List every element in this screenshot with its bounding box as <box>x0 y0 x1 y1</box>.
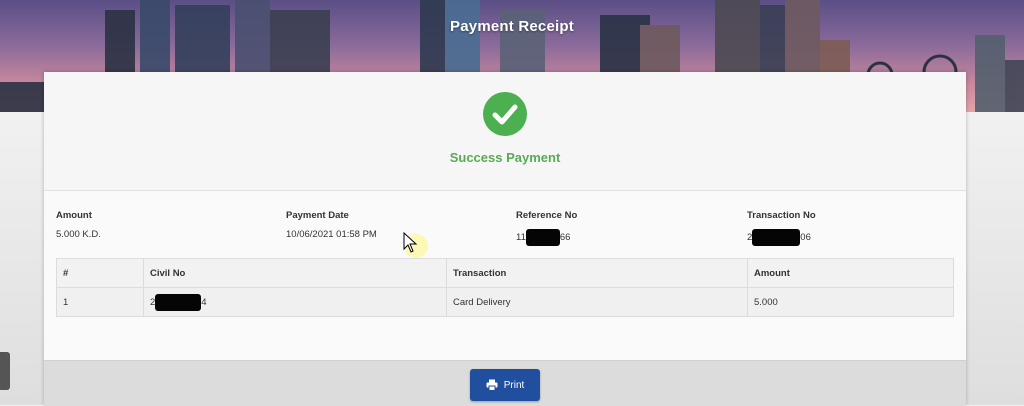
payment-date-value: 10/06/2021 01:58 PM <box>286 229 377 240</box>
reference-no-value: 11 66 <box>516 229 726 246</box>
transaction-no-suffix: 06 <box>800 232 811 244</box>
column-header-civil-no: Civil No <box>143 258 447 288</box>
transaction-table: # Civil No Transaction Amount 1 24 Card … <box>56 258 954 317</box>
payment-date-label: Payment Date <box>286 210 349 221</box>
transaction-no-label: Transaction No <box>747 210 816 221</box>
amount-value: 5.000 K.D. <box>56 229 101 240</box>
mouse-cursor-icon <box>403 232 418 253</box>
summary-amount: Amount 5.000 K.D. <box>56 210 266 240</box>
redaction-bar <box>155 293 202 311</box>
column-header-amount: Amount <box>747 258 954 288</box>
cell-index: 1 <box>56 287 144 317</box>
cell-transaction: Card Delivery <box>446 287 748 317</box>
transaction-no-value: 2 06 <box>747 229 957 246</box>
redaction-bar <box>525 229 560 246</box>
civil-no-suffix: 4 <box>201 296 207 308</box>
print-button[interactable]: Print <box>470 369 540 401</box>
cell-civil-no: 24 <box>143 287 447 317</box>
column-header-index: # <box>56 258 144 288</box>
side-scroll-handle[interactable] <box>0 352 10 390</box>
success-message: Success Payment <box>449 150 561 165</box>
check-circle-icon <box>483 92 527 136</box>
redaction-bar <box>752 229 801 246</box>
page-title: Payment Receipt <box>450 18 574 35</box>
summary-reference-no: Reference No 11 66 <box>516 210 726 246</box>
card-footer: Print <box>44 360 966 406</box>
summary-transaction-no: Transaction No 2 06 <box>747 210 957 246</box>
table-header-row: # Civil No Transaction Amount <box>56 258 954 288</box>
amount-label: Amount <box>56 210 92 221</box>
print-label: Print <box>503 379 525 391</box>
reference-no-suffix: 66 <box>559 232 571 244</box>
receipt-status-section: Success Payment <box>44 72 966 191</box>
reference-no-label: Reference No <box>516 210 578 221</box>
receipt-card: Success Payment Amount 5.000 K.D. Paymen… <box>44 72 966 406</box>
summary-payment-date: Payment Date 10/06/2021 01:58 PM <box>286 210 496 240</box>
column-header-transaction: Transaction <box>446 258 748 288</box>
table-row: 1 24 Card Delivery 5.000 <box>56 287 954 317</box>
cell-amount: 5.000 <box>747 287 954 317</box>
reference-no-prefix: 11 <box>516 232 526 244</box>
printer-icon <box>486 379 498 391</box>
